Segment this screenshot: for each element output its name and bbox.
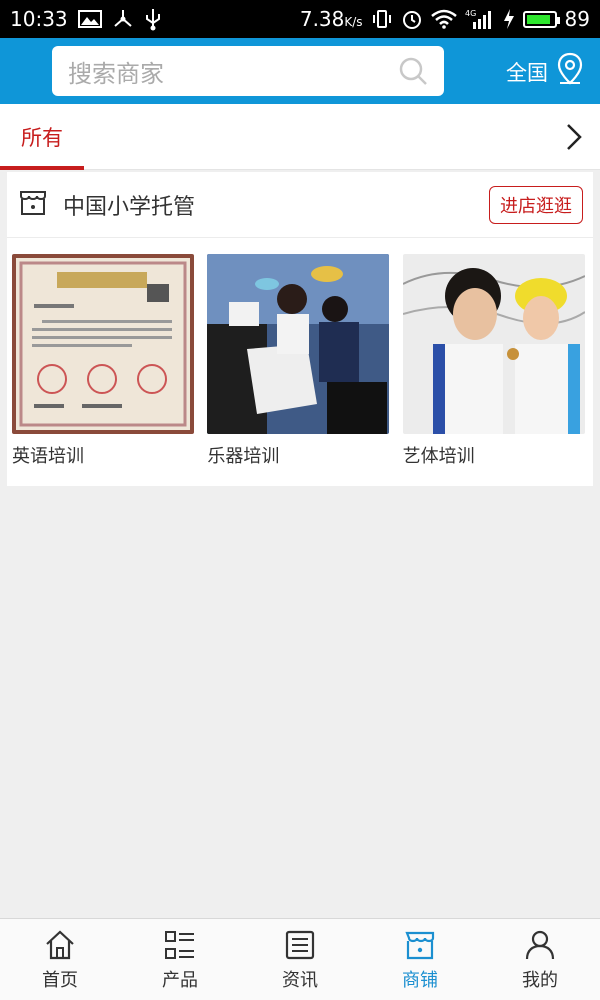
signal-icon: 4G — [465, 8, 495, 30]
battery-icon — [522, 10, 560, 28]
list-icon — [165, 930, 194, 959]
nav-label: 资讯 — [282, 969, 318, 991]
store-name: 中国小学托管 — [63, 194, 196, 220]
nav-products[interactable]: 产品 — [120, 919, 240, 1000]
region-label: 全国 — [506, 60, 548, 85]
usb-icon — [144, 7, 162, 31]
nav-shops[interactable]: 商铺 — [360, 919, 480, 1000]
shop-icon — [405, 931, 435, 959]
status-time: 10:33 — [10, 7, 68, 31]
store-icon — [17, 187, 49, 223]
nav-home[interactable]: 首页 — [0, 919, 120, 1000]
wifi-icon — [430, 9, 457, 29]
vibrate-icon — [371, 8, 393, 30]
nav-label: 首页 — [42, 969, 78, 991]
nav-label: 产品 — [162, 969, 198, 991]
nav-label: 我的 — [522, 969, 558, 991]
nav-news[interactable]: 资讯 — [240, 919, 360, 1000]
store-thumbnails: 英语培训 乐器培训 艺体培训 — [7, 254, 593, 468]
user-icon — [525, 930, 555, 959]
enter-store-button[interactable]: 进店逛逛 — [489, 185, 583, 224]
location-pin-icon — [556, 52, 584, 91]
product-item[interactable]: 艺体培训 — [402, 254, 593, 468]
region-selector[interactable]: 全国 — [506, 52, 584, 91]
network-speed: 7.38K/s — [299, 7, 363, 31]
product-caption: 乐器培训 — [207, 446, 280, 467]
news-icon — [285, 930, 315, 959]
battery-percent: 89 — [564, 7, 590, 31]
status-bar: 10:33 7.38K/s 4G 89 — [0, 0, 600, 38]
store-card: 中国小学托管 进店逛逛 英语培训 乐器培训 艺体培训 — [7, 172, 593, 486]
product-item[interactable]: 英语培训 — [12, 254, 202, 468]
chevron-right-icon[interactable] — [558, 121, 590, 153]
search-input[interactable]: 搜索商家 — [52, 46, 444, 96]
product-caption: 英语培训 — [12, 446, 84, 467]
tab-all[interactable]: 所有 — [0, 104, 84, 170]
share-icon — [112, 8, 134, 30]
bottom-navigation: 首页 产品 资讯 商铺 我的 — [0, 918, 600, 1000]
children-photo[interactable] — [402, 254, 585, 434]
header: 搜索商家 全国 — [0, 38, 600, 104]
home-icon — [46, 930, 74, 959]
alarm-icon — [401, 8, 423, 30]
search-placeholder: 搜索商家 — [68, 59, 164, 88]
certificate-photo[interactable] — [12, 254, 194, 434]
nav-label: 商铺 — [402, 969, 438, 991]
store-card-header: 中国小学托管 进店逛逛 — [7, 172, 593, 238]
product-item[interactable]: 乐器培训 — [207, 254, 397, 468]
nav-me[interactable]: 我的 — [480, 919, 600, 1000]
piano-lesson-photo[interactable] — [207, 254, 390, 434]
image-icon — [77, 9, 102, 29]
category-tabs: 所有 — [0, 104, 600, 170]
svg-text:4G: 4G — [465, 9, 476, 18]
product-caption: 艺体培训 — [402, 446, 475, 467]
charging-icon — [503, 8, 515, 30]
search-icon[interactable] — [398, 56, 428, 86]
